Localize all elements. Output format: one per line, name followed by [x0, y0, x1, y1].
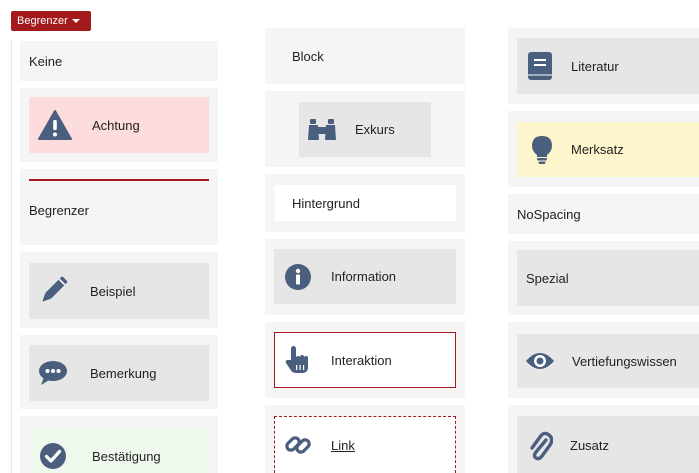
tile-bemerkung[interactable]: Bemerkung [20, 335, 218, 409]
tile-literatur[interactable]: Literatur [508, 28, 699, 104]
tile-interaktion[interactable]: Interaktion [265, 322, 465, 398]
tile-interaktion-label: Interaktion [331, 352, 392, 368]
tile-achtung[interactable]: Achtung [20, 88, 218, 162]
tile-spezial-label: Spezial [526, 270, 569, 286]
tile-block-label: Block [292, 48, 324, 64]
tile-link-label[interactable]: Link [331, 438, 355, 453]
tile-bestaetigung-label: Bestätigung [92, 448, 161, 464]
hand-pointer-icon [283, 346, 313, 374]
warning-icon [38, 110, 72, 140]
book-icon [525, 51, 555, 81]
info-icon [283, 263, 313, 291]
tile-nospacing[interactable]: NoSpacing [508, 194, 699, 234]
tile-begrenzer[interactable]: Begrenzer [20, 169, 218, 245]
tile-merksatz[interactable]: Merksatz [508, 111, 699, 187]
tile-keine-label: Keine [29, 53, 63, 69]
tile-achtung-label: Achtung [92, 117, 140, 133]
eye-icon [525, 351, 555, 371]
link-icon [283, 431, 313, 459]
tile-exkurs[interactable]: Exkurs [265, 91, 465, 167]
left-border-rule [11, 40, 12, 473]
tile-bemerkung-label: Bemerkung [90, 365, 157, 381]
tile-link[interactable]: Link [265, 405, 465, 473]
tile-nospacing-label: NoSpacing [517, 206, 581, 222]
tile-beispiel[interactable]: Beispiel [20, 252, 218, 328]
tile-information-label: Information [331, 269, 397, 284]
tile-literatur-label: Literatur [571, 58, 619, 74]
tile-bestaetigung[interactable]: Bestätigung [20, 416, 218, 473]
begrenzer-divider-line [29, 179, 209, 181]
tile-begrenzer-label: Begrenzer [29, 202, 89, 218]
tile-block[interactable]: Block [265, 28, 465, 84]
tile-beispiel-label: Beispiel [90, 283, 136, 299]
lightbulb-icon [529, 135, 555, 165]
tile-hintergrund[interactable]: Hintergrund [265, 174, 465, 232]
begrenzer-dropdown-button[interactable]: Begrenzer [11, 11, 91, 31]
tile-zusatz[interactable]: Zusatz [508, 405, 699, 473]
binoculars-icon [307, 118, 337, 141]
dropdown-label: Begrenzer [17, 15, 68, 27]
tile-exkurs-label: Exkurs [355, 122, 395, 137]
tile-spezial[interactable]: Spezial [508, 241, 699, 315]
pencil-icon [36, 276, 70, 306]
tile-merksatz-label: Merksatz [571, 142, 624, 157]
caret-down-icon [71, 19, 80, 24]
comment-icon [36, 360, 70, 386]
tile-hintergrund-label: Hintergrund [292, 195, 360, 211]
tile-information[interactable]: Information [265, 239, 465, 315]
tile-vertiefungswissen[interactable]: Vertiefungswissen [508, 322, 699, 398]
tile-keine[interactable]: Keine [20, 41, 218, 81]
check-circle-icon [38, 442, 68, 470]
paperclip-icon [526, 431, 554, 461]
tile-vertiefungswissen-label: Vertiefungswissen [572, 353, 677, 369]
tile-zusatz-label: Zusatz [570, 438, 610, 453]
